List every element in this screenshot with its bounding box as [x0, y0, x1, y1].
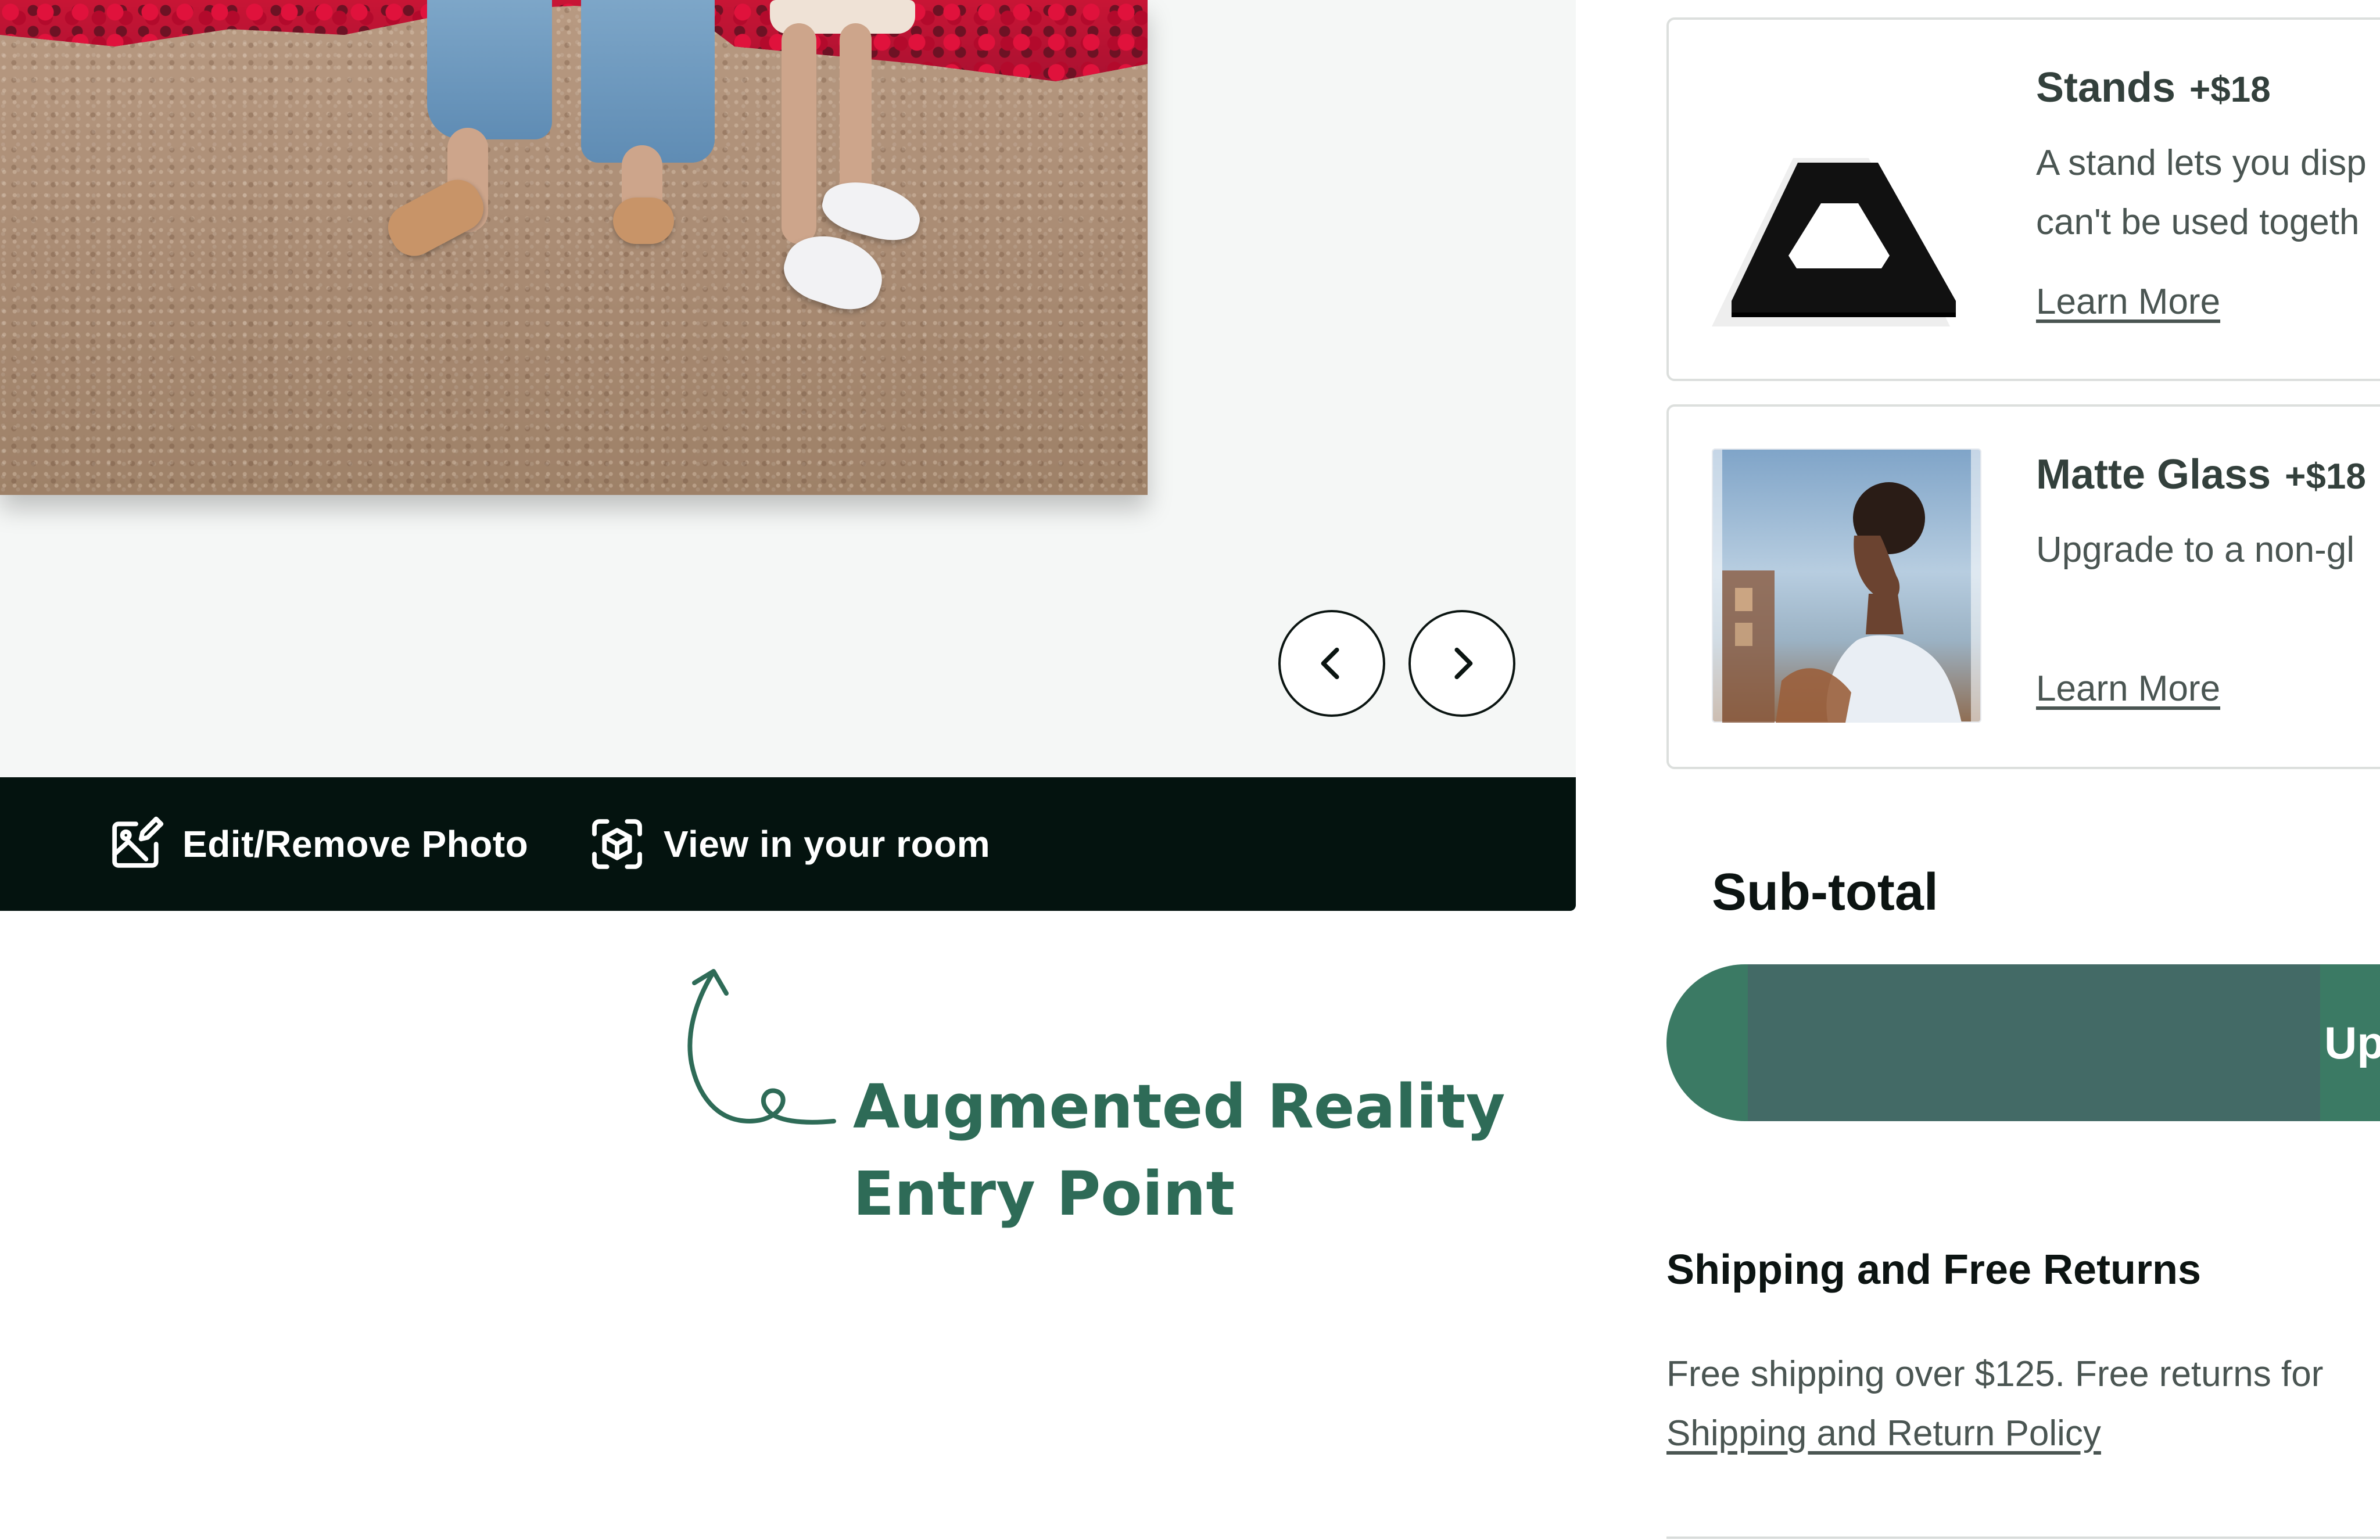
- shipping-title: Shipping and Free Returns: [1666, 1247, 2202, 1293]
- shipping-policy-link[interactable]: Shipping and Return Policy: [1666, 1413, 2101, 1454]
- curved-arrow-icon: [687, 969, 836, 1125]
- option-title: Stands +$18: [2036, 64, 2271, 112]
- photo-flowers: [0, 0, 1148, 81]
- edit-remove-photo-button[interactable]: Edit/Remove Photo: [106, 777, 528, 911]
- option-card-stands[interactable]: Stands +$18 A stand lets you disp can't b…: [1666, 17, 2380, 381]
- option-title-text: Stands: [2036, 64, 2176, 111]
- photo-shoe: [817, 173, 926, 248]
- view-in-room-button[interactable]: View in your room: [587, 777, 990, 911]
- primary-action-button[interactable]: Up: [1666, 964, 2380, 1121]
- edit-image-icon: [112, 816, 164, 868]
- photo-viewer: [0, 0, 1576, 777]
- product-photo: [0, 0, 1148, 495]
- carousel-next-button[interactable]: [1408, 610, 1515, 717]
- page: Edit/Remove Photo View in your room Augm…: [0, 0, 2380, 1540]
- chevron-left-icon: [1321, 647, 1339, 680]
- shipping-text: Free shipping over $125. Free returns fo…: [1666, 1354, 2324, 1394]
- photo-leg: [840, 23, 872, 198]
- view-in-room-label: View in your room: [664, 823, 991, 865]
- option-price: +$18: [2189, 70, 2271, 110]
- stand-icon: [1712, 158, 1956, 326]
- photo-jeans-right: [581, 0, 715, 163]
- learn-more-link[interactable]: Learn More: [2036, 281, 2220, 322]
- subtotal-label: Sub-total: [1712, 863, 1938, 921]
- annotation-line-1: Augmented Reality: [853, 1071, 1506, 1142]
- option-title-text: Matte Glass: [2036, 451, 2271, 498]
- annotation-line-2: Entry Point: [853, 1158, 1235, 1229]
- option-title: Matte Glass +$18: [2036, 451, 2366, 498]
- option-description: Upgrade to a non-gl: [2036, 520, 2354, 580]
- annotation-label: Augmented Reality Entry Point: [853, 1063, 1505, 1237]
- divider: [1666, 1537, 2380, 1539]
- primary-action-label: Up: [2324, 1017, 2380, 1068]
- photo-jeans-left: [427, 0, 552, 139]
- ar-cube-icon: [592, 819, 642, 869]
- photo-sandal: [613, 198, 674, 244]
- chevron-right-icon: [1454, 647, 1473, 680]
- carousel-prev-button[interactable]: [1278, 610, 1385, 717]
- option-description-line: can't be used togeth: [2036, 202, 2360, 242]
- photo-toolbar: Edit/Remove Photo View in your room: [0, 777, 1576, 911]
- option-description: A stand lets you disp can't be used toge…: [2036, 134, 2367, 252]
- matte-glass-photo: [1712, 448, 1981, 723]
- photo-leg: [782, 23, 816, 244]
- option-card-matte-glass[interactable]: Matte Glass +$18 Upgrade to a non-gl Lear…: [1666, 404, 2380, 769]
- option-price: +$18: [2285, 457, 2366, 497]
- matte-glass-photo-art: [1722, 482, 1962, 723]
- edit-remove-photo-label: Edit/Remove Photo: [182, 823, 529, 865]
- option-description-line: Upgrade to a non-gl: [2036, 530, 2355, 570]
- learn-more-link[interactable]: Learn More: [2036, 668, 2220, 709]
- option-description-line: A stand lets you disp: [2036, 143, 2367, 183]
